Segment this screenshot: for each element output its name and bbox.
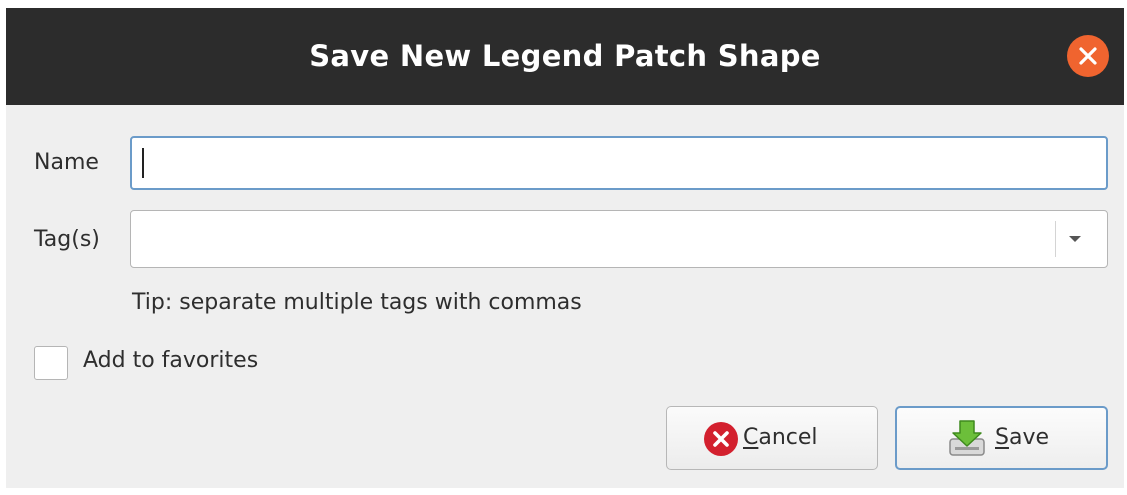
close-icon	[1079, 47, 1097, 65]
cancel-label: Cancel	[743, 425, 818, 450]
cancel-mnemonic: C	[743, 425, 759, 450]
save-label: Save	[995, 425, 1049, 450]
save-label-rest: ave	[1008, 425, 1050, 450]
text-caret	[142, 148, 144, 178]
cancel-label-rest: ancel	[758, 425, 818, 450]
name-label: Name	[34, 150, 99, 175]
cancel-icon	[704, 422, 738, 456]
tags-combobox[interactable]	[130, 210, 1108, 268]
tags-input[interactable]	[131, 211, 1041, 267]
save-icon	[949, 420, 985, 456]
save-button[interactable]: Save	[895, 406, 1108, 470]
name-input[interactable]	[132, 138, 1082, 184]
tags-label: Tag(s)	[34, 227, 100, 252]
name-field[interactable]	[130, 136, 1108, 190]
combo-divider	[1055, 221, 1056, 257]
close-button[interactable]	[1067, 35, 1109, 77]
favorites-label[interactable]: Add to favorites	[83, 348, 258, 373]
save-mnemonic: S	[995, 425, 1009, 450]
title-bar[interactable]: Save New Legend Patch Shape	[6, 8, 1124, 105]
cancel-button[interactable]: Cancel	[666, 406, 878, 470]
favorites-checkbox[interactable]	[34, 346, 68, 380]
save-legend-patch-dialog: Save New Legend Patch Shape Name Tag(s) …	[6, 8, 1124, 488]
dialog-title: Save New Legend Patch Shape	[309, 39, 821, 73]
tags-tip: Tip: separate multiple tags with commas	[132, 290, 582, 315]
chevron-down-icon[interactable]	[1067, 234, 1083, 244]
